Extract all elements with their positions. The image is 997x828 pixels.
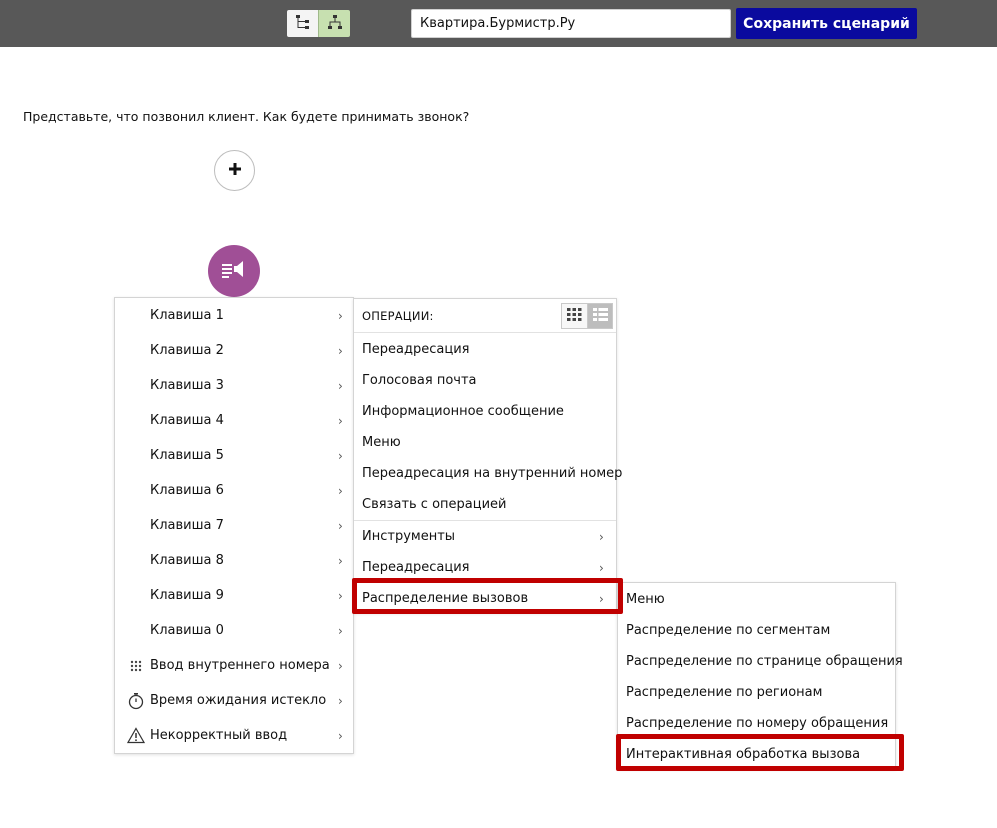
menu-item-label: Клавиша 2 [150, 343, 224, 358]
group-call-distribution[interactable]: Распределение вызовов › [354, 583, 616, 614]
key-9-item[interactable]: Клавиша 9 › [115, 580, 353, 611]
menu-item-label: Инструменты [362, 529, 456, 544]
extension-input-item[interactable]: Ввод внутреннего номера › [115, 650, 353, 681]
menu-item-label: Распределение по номеру обращения [626, 716, 889, 731]
dist-by-page-item[interactable]: Распределение по странице обращения [618, 646, 903, 677]
chevron-right-icon: › [338, 518, 343, 533]
menu-item-label: Время ожидания истекло [150, 693, 327, 708]
view-mode-switch [561, 303, 613, 329]
key-5-item[interactable]: Клавиша 5 › [115, 440, 353, 471]
chevron-right-icon: › [338, 413, 343, 428]
view-toggle [287, 10, 350, 37]
chevron-right-icon: › [599, 529, 604, 544]
menu-item-label: Клавиша 8 [150, 553, 224, 568]
operations-header: ОПЕРАЦИИ: [354, 299, 616, 333]
scenario-name-input[interactable] [411, 9, 731, 38]
tree-list-view-button[interactable] [287, 10, 319, 37]
menu-item-label: Некорректный ввод [150, 728, 288, 743]
key-8-item[interactable]: Клавиша 8 › [115, 545, 353, 576]
chevron-right-icon: › [599, 591, 604, 606]
menu-item-label: Клавиша 1 [150, 308, 224, 323]
operation-link[interactable]: Связать с операцией [354, 489, 616, 520]
keypad-icon [126, 656, 146, 676]
menu-item-label: Переадресация на внутренний номер [362, 466, 623, 481]
chevron-right-icon: › [338, 623, 343, 638]
keys-menu: Клавиша 1 › Клавиша 2 › Клавиша 3 › Клав… [114, 297, 354, 754]
menu-item-label: Клавиша 5 [150, 448, 224, 463]
announcement-icon [221, 258, 247, 284]
dist-menu-item[interactable]: Меню [618, 584, 895, 615]
menu-item-label: Переадресация [362, 342, 470, 357]
key-4-item[interactable]: Клавиша 4 › [115, 405, 353, 436]
menu-item-label: Переадресация [362, 560, 470, 575]
menu-item-label: Распределение по странице обращения [626, 654, 903, 669]
tree-hierarchy-view-button[interactable] [318, 10, 350, 37]
menu-item-label: Информационное сообщение [362, 404, 564, 419]
chevron-right-icon: › [338, 343, 343, 358]
menu-item-label: Клавиша 7 [150, 518, 224, 533]
save-scenario-button[interactable]: Сохранить сценарий [736, 8, 917, 39]
chevron-right-icon: › [338, 483, 343, 498]
tree-hierarchy-icon [327, 14, 343, 34]
menu-item-label: Клавиша 9 [150, 588, 224, 603]
chevron-right-icon: › [338, 378, 343, 393]
operation-redirect[interactable]: Переадресация [354, 334, 616, 365]
chevron-right-icon: › [338, 588, 343, 603]
operations-menu: ОПЕРАЦИИ: Переадресация Голосовая почта … [353, 298, 622, 614]
list-view-button[interactable] [587, 304, 612, 328]
key-6-item[interactable]: Клавиша 6 › [115, 475, 353, 506]
warning-icon [126, 726, 146, 746]
interactive-call-processing-item[interactable]: Интерактивная обработка вызова [618, 739, 895, 770]
menu-item-label: Связать с операцией [362, 497, 507, 512]
key-2-item[interactable]: Клавиша 2 › [115, 335, 353, 366]
grid-view-button[interactable] [562, 304, 587, 328]
key-0-item[interactable]: Клавиша 0 › [115, 615, 353, 646]
operation-menu[interactable]: Меню [354, 427, 616, 458]
timeout-item[interactable]: Время ожидания истекло › [115, 685, 353, 716]
key-3-item[interactable]: Клавиша 3 › [115, 370, 353, 401]
operation-info-message[interactable]: Информационное сообщение [354, 396, 616, 427]
menu-item-label: Распределение по регионам [626, 685, 823, 700]
invalid-input-item[interactable]: Некорректный ввод › [115, 720, 353, 751]
dist-by-regions-item[interactable]: Распределение по регионам [618, 677, 895, 708]
dist-by-number-item[interactable]: Распределение по номеру обращения [618, 708, 895, 739]
menu-item-label: Клавиша 6 [150, 483, 224, 498]
chevron-right-icon: › [338, 448, 343, 463]
add-step-button[interactable] [214, 150, 255, 191]
call-distribution-submenu: Меню Распределение по сегментам Распреде… [617, 582, 903, 770]
menu-item-label: Клавиша 4 [150, 413, 224, 428]
dist-by-segments-item[interactable]: Распределение по сегментам [618, 615, 895, 646]
key-7-item[interactable]: Клавиша 7 › [115, 510, 353, 541]
group-redirect[interactable]: Переадресация › [354, 552, 616, 583]
stopwatch-icon [126, 691, 146, 711]
scenario-prompt: Представьте, что позвонил клиент. Как бу… [23, 109, 470, 124]
menu-item-label: Интерактивная обработка вызова [626, 747, 861, 762]
chevron-right-icon: › [338, 308, 343, 323]
tree-list-icon [295, 14, 311, 34]
operation-redirect-extension[interactable]: Переадресация на внутренний номер [354, 458, 622, 489]
menu-item-label: Меню [362, 435, 401, 450]
menu-item-label: Распределение по сегментам [626, 623, 831, 638]
list-view-icon [592, 307, 608, 325]
menu-item-label: Клавиша 0 [150, 623, 224, 638]
key-1-item[interactable]: Клавиша 1 › [115, 300, 353, 331]
group-tools[interactable]: Инструменты › [354, 521, 616, 552]
menu-item-label: Клавиша 3 [150, 378, 224, 393]
chevron-right-icon: › [338, 693, 343, 708]
menu-item-label: Голосовая почта [362, 373, 477, 388]
operation-voicemail[interactable]: Голосовая почта [354, 365, 616, 396]
grid-view-icon [567, 307, 582, 325]
chevron-right-icon: › [338, 728, 343, 743]
chevron-right-icon: › [599, 560, 604, 575]
menu-item-label: Ввод внутреннего номера [150, 658, 330, 673]
announcement-node[interactable] [208, 245, 260, 297]
top-toolbar: Сохранить сценарий [0, 0, 997, 47]
chevron-right-icon: › [338, 658, 343, 673]
chevron-right-icon: › [338, 553, 343, 568]
menu-item-label: Распределение вызовов [362, 591, 529, 606]
plus-icon [228, 162, 242, 180]
operations-title: ОПЕРАЦИИ: [362, 309, 434, 323]
menu-item-label: Меню [626, 592, 665, 607]
